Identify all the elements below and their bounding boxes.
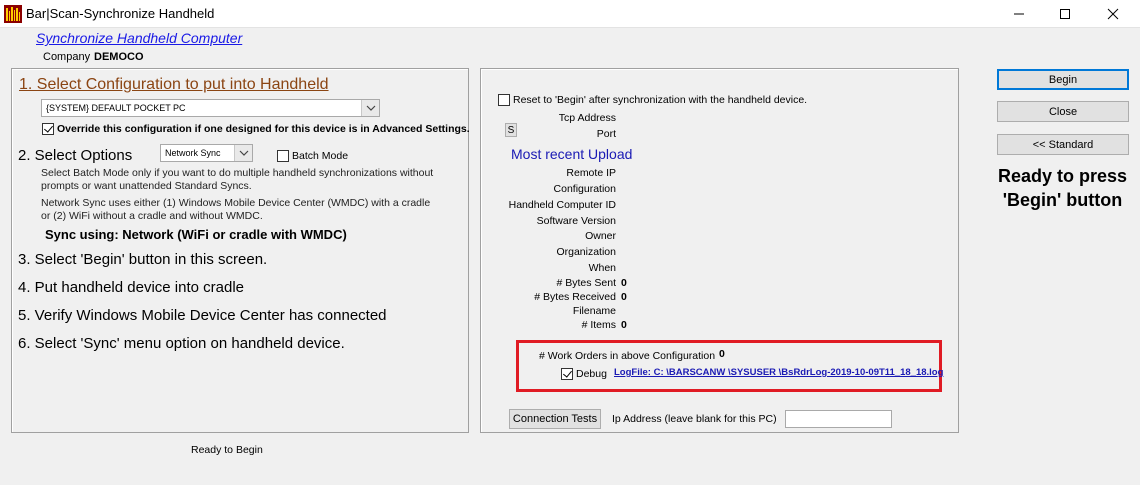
maximize-button[interactable] — [1042, 0, 1088, 28]
override-label: Override this configuration if one desig… — [57, 123, 470, 135]
port-label: Port — [596, 128, 616, 140]
filename-label: Filename — [572, 305, 616, 317]
step3-text: 3. Select 'Begin' button in this screen. — [18, 251, 268, 268]
highlight-box — [516, 340, 942, 392]
items-value: 0 — [621, 319, 627, 331]
standard-button[interactable]: << Standard — [997, 134, 1129, 155]
close-button[interactable]: Close — [997, 101, 1129, 122]
configuration-label: Configuration — [553, 183, 616, 195]
bytes-sent-value: 0 — [621, 277, 627, 289]
network-sync-help: Network Sync uses either (1) Windows Mob… — [41, 197, 431, 222]
close-icon — [1107, 8, 1119, 20]
remote-ip-label: Remote IP — [566, 167, 616, 179]
reset-label: Reset to 'Begin' after synchronization w… — [513, 94, 808, 106]
ready-message: Ready to press 'Begin' button — [997, 166, 1128, 210]
company-label: Company — [43, 51, 91, 63]
configuration-dropdown[interactable]: {SYSTEM} DEFAULT POCKET PC — [41, 99, 380, 117]
batch-mode-help: Select Batch Mode only if you want to do… — [41, 167, 434, 192]
minimize-button[interactable] — [996, 0, 1042, 28]
sync-mode-dropdown[interactable]: Network Sync — [160, 144, 253, 162]
handheld-id-label: Handheld Computer ID — [508, 199, 616, 211]
reset-checkbox[interactable] — [498, 94, 510, 106]
minimize-icon — [1014, 13, 1024, 15]
configuration-selected: {SYSTEM} DEFAULT POCKET PC — [46, 103, 186, 113]
when-label: When — [588, 262, 616, 274]
instructions-panel: 1. Select Configuration to put into Hand… — [11, 68, 470, 433]
step2-title: 2. Select Options — [18, 147, 133, 164]
chevron-down-icon — [234, 145, 252, 161]
status-text: Ready to Begin — [191, 444, 263, 456]
window-title: Bar|Scan-Synchronize Handheld — [26, 6, 215, 21]
most-recent-upload-heading: Most recent Upload — [511, 146, 633, 162]
debug-checkbox[interactable] — [561, 368, 573, 380]
sync-mode-selected: Network Sync — [165, 148, 221, 158]
sync-status-panel: Reset to 'Begin' after synchronization w… — [480, 68, 959, 433]
synchronize-heading-link[interactable]: Synchronize Handheld Computer — [36, 30, 242, 46]
batch-mode-checkbox[interactable] — [277, 150, 289, 162]
chevron-down-icon — [361, 100, 379, 116]
bytes-received-value: 0 — [621, 291, 627, 303]
begin-button[interactable]: Begin — [997, 69, 1129, 90]
company-value: DEMOCO — [94, 51, 144, 63]
organization-label: Organization — [556, 246, 616, 258]
title-bar: Bar|Scan-Synchronize Handheld — [0, 0, 1140, 28]
ip-address-label: Ip Address (leave blank for this PC) — [612, 413, 777, 425]
items-label: # Items — [581, 319, 616, 331]
software-version-label: Software Version — [536, 215, 616, 227]
owner-label: Owner — [585, 230, 616, 242]
bytes-received-label: # Bytes Received — [534, 291, 616, 303]
batch-mode-label: Batch Mode — [292, 150, 349, 162]
work-orders-value: 0 — [719, 348, 725, 360]
override-checkbox[interactable] — [42, 123, 54, 135]
bytes-sent-label: # Bytes Sent — [556, 277, 616, 289]
maximize-icon — [1060, 9, 1070, 19]
step5-text: 5. Verify Windows Mobile Device Center h… — [18, 307, 387, 324]
step1-title: 1. Select Configuration to put into Hand… — [19, 76, 329, 93]
debug-label: Debug — [576, 368, 607, 380]
barscan-app-icon — [4, 5, 22, 23]
connection-tests-button[interactable]: Connection Tests — [509, 409, 601, 429]
step4-text: 4. Put handheld device into cradle — [18, 279, 244, 296]
work-orders-label: # Work Orders in above Configuration — [539, 350, 716, 362]
logfile-link[interactable]: LogFile: C: \BARSCANW \SYSUSER \BsRdrLog… — [614, 367, 943, 378]
sync-using-text: Sync using: Network (WiFi or cradle with… — [45, 227, 347, 242]
ip-address-input[interactable] — [785, 410, 892, 428]
close-window-button[interactable] — [1090, 0, 1136, 28]
step6-text: 6. Select 'Sync' menu option on handheld… — [18, 335, 345, 352]
